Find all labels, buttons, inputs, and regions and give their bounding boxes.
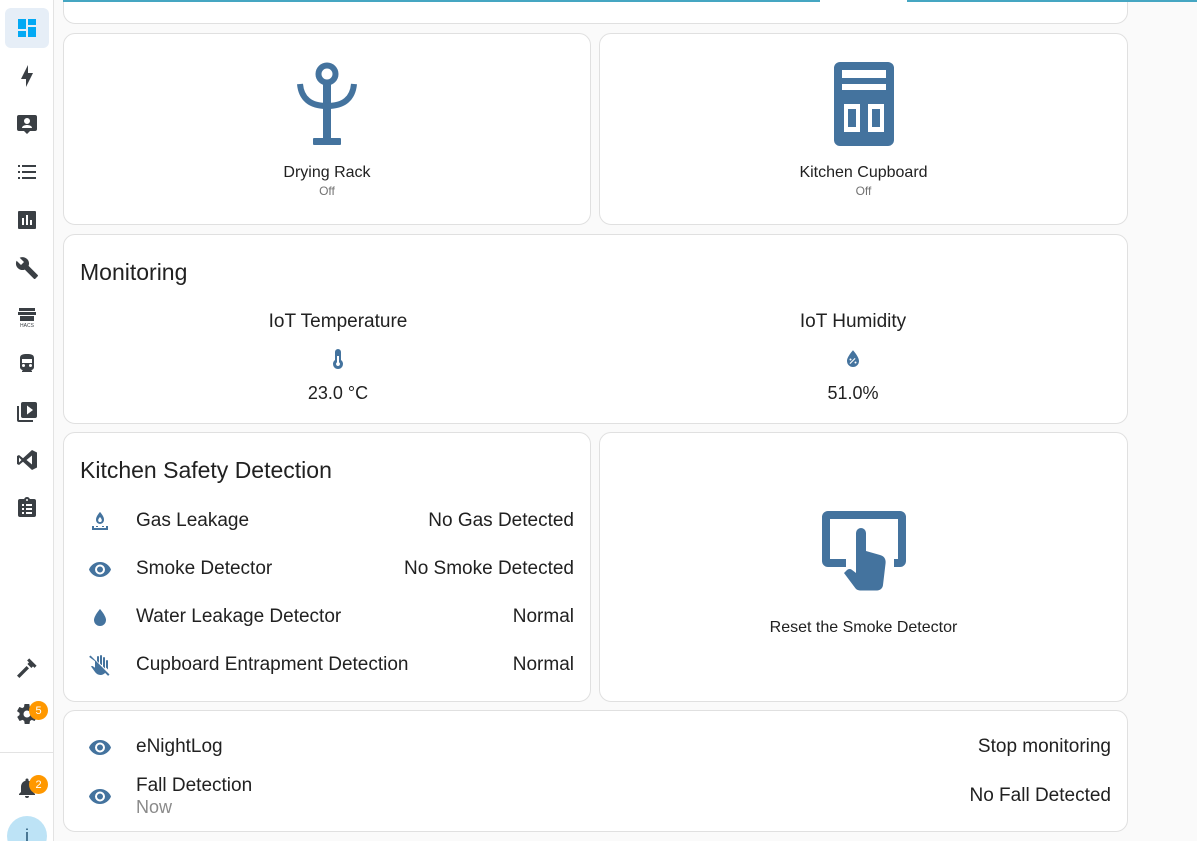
notifications-badge: 2 (29, 775, 48, 794)
eye-icon (89, 740, 111, 755)
sidebar-item-developer-tools[interactable] (5, 648, 49, 688)
night-monitoring-card: eNightLog Stop monitoring Fall Detection… (63, 710, 1128, 832)
drying-rack-button[interactable]: Drying Rack Off (63, 33, 591, 225)
kitchen-cupboard-state: Off (855, 184, 872, 198)
top-accent-line-right (907, 0, 1197, 2)
iot-humidity[interactable]: IoT Humidity 51.0% (703, 311, 1003, 404)
fall-detection-time: Now (136, 796, 173, 817)
gas-leakage-value: No Gas Detected (428, 510, 574, 531)
monitoring-title: Monitoring (80, 259, 188, 285)
kitchen-cupboard-label: Kitchen Cupboard (799, 164, 928, 181)
sidebar-item-history[interactable] (5, 200, 49, 240)
enightlog-row[interactable]: eNightLog Stop monitoring (80, 727, 1111, 767)
fall-detection-label: Fall Detection (136, 774, 253, 796)
sidebar-item-hacs[interactable]: HACS (5, 296, 49, 336)
avatar[interactable]: i (7, 816, 47, 841)
monitoring-card: Monitoring IoT Temperature 23.0 °C IoT H… (63, 234, 1128, 424)
partial-card (63, 0, 1128, 24)
sidebar-item-overview[interactable] (5, 8, 49, 48)
svg-text:HACS: HACS (20, 323, 35, 328)
smoke-detector-label: Smoke Detector (136, 558, 273, 579)
cupboard-entrapment-row[interactable]: Cupboard Entrapment Detection Normal (80, 645, 574, 685)
iot-temperature-label: IoT Temperature (268, 311, 408, 332)
iot-humidity-label: IoT Humidity (799, 311, 907, 332)
water-leakage-label: Water Leakage Detector (136, 606, 342, 627)
eye-icon (89, 789, 111, 804)
water-leakage-value: Normal (512, 606, 574, 627)
clipboard-icon (18, 497, 36, 517)
reset-smoke-detector-label: Reset the Smoke Detector (769, 619, 958, 636)
history-icon (18, 211, 36, 229)
water-leakage-row[interactable]: Water Leakage Detector Normal (80, 597, 574, 637)
sidebar-item-vscode[interactable] (5, 440, 49, 480)
sidebar-item-media[interactable] (5, 392, 49, 432)
list-icon (18, 165, 36, 179)
sidebar-item-tools[interactable] (5, 248, 49, 288)
hacs-icon: HACS (18, 308, 36, 328)
media-icon (17, 402, 37, 422)
energy-icon (21, 65, 33, 87)
gas-burner-icon (92, 512, 108, 530)
fall-detection-row[interactable]: Fall Detection Now No Fall Detected (80, 773, 1111, 819)
enightlog-value: Stop monitoring (977, 736, 1111, 757)
sidebar-item-map[interactable] (5, 104, 49, 144)
smoke-detector-row[interactable]: Smoke Detector No Smoke Detected (80, 549, 574, 589)
sidebar-item-todo[interactable] (5, 488, 49, 528)
cupboard-entrapment-label: Cupboard Entrapment Detection (136, 654, 409, 675)
kitchen-safety-title: Kitchen Safety Detection (80, 457, 332, 483)
touch-screen-icon (821, 511, 906, 591)
top-accent-line (63, 0, 820, 2)
cupboard-entrapment-value: Normal (512, 654, 574, 675)
iot-humidity-value: 51.0% (827, 383, 879, 403)
kitchen-safety-card: Kitchen Safety Detection Gas Leakage No … (63, 432, 591, 702)
water-percent-icon (847, 350, 859, 367)
gas-leakage-row[interactable]: Gas Leakage No Gas Detected (80, 501, 574, 541)
water-drop-icon (94, 609, 106, 626)
train-icon (20, 354, 34, 372)
cupboard-icon (833, 62, 894, 146)
dashboard-icon (18, 19, 36, 37)
iot-temperature-value: 23.0 °C (307, 383, 369, 403)
settings-badge: 5 (29, 701, 48, 720)
wrench-icon (15, 257, 38, 279)
sidebar: HACS 5 2 i (0, 0, 54, 841)
drying-rack-icon (297, 62, 357, 145)
fall-detection-value: No Fall Detected (969, 785, 1111, 806)
sidebar-item-logbook[interactable] (5, 152, 49, 192)
smoke-detector-value: No Smoke Detected (403, 558, 574, 579)
sidebar-divider (0, 752, 54, 753)
iot-temperature[interactable]: IoT Temperature 23.0 °C (188, 311, 488, 404)
reset-smoke-detector-button[interactable]: Reset the Smoke Detector (599, 432, 1128, 702)
enightlog-label: eNightLog (136, 736, 223, 757)
drying-rack-label: Drying Rack (283, 164, 371, 181)
gas-leakage-label: Gas Leakage (136, 510, 250, 531)
kitchen-cupboard-button[interactable]: Kitchen Cupboard Off (599, 33, 1128, 225)
eye-icon (89, 562, 111, 577)
thermometer-icon (333, 349, 343, 369)
hand-off-icon (89, 655, 110, 676)
sidebar-item-energy[interactable] (5, 56, 49, 96)
vscode-icon (17, 450, 37, 470)
drying-rack-state: Off (319, 184, 335, 198)
hammer-icon (17, 658, 37, 678)
sidebar-item-transit[interactable] (5, 344, 49, 384)
fall-detection-name: Fall Detection Now (136, 775, 969, 818)
person-card-icon (17, 115, 37, 134)
